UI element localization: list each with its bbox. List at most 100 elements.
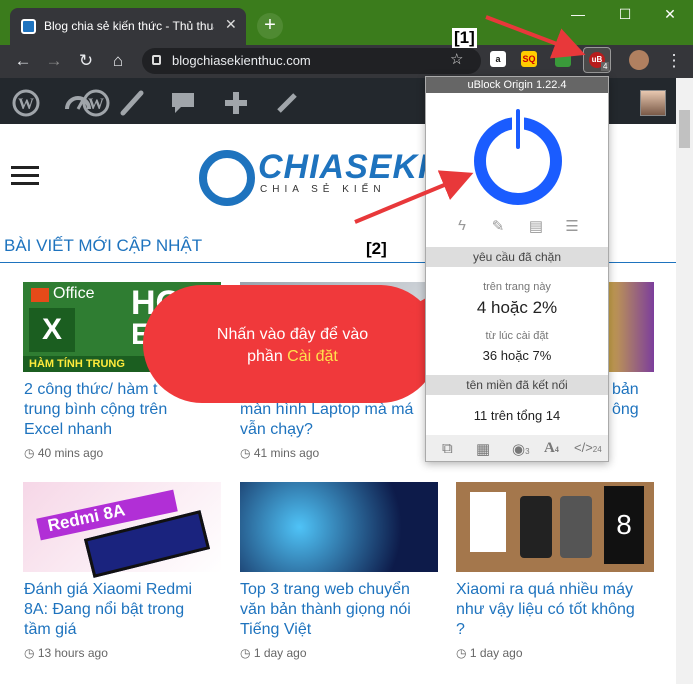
settings-sliders-icon[interactable]: ☰ — [562, 217, 582, 235]
forward-icon[interactable]: → — [42, 51, 66, 71]
domains-value: 11 trên tổng 14 — [473, 408, 561, 423]
post-title-4[interactable]: Đánh giá Xiaomi Redmi 8A: Đang nổi bật t… — [24, 580, 192, 640]
section-heading: BÀI VIẾT MỚI CẬP NHẬT — [4, 236, 203, 255]
office-brand-text: Office — [53, 285, 95, 302]
back-icon[interactable]: ← — [11, 51, 35, 71]
post-title-line: 2 công thức/ hàm t — [24, 381, 158, 398]
power-line — [512, 105, 524, 153]
phone-image — [560, 496, 592, 558]
add-new-icon[interactable] — [220, 89, 252, 123]
font-icon[interactable]: A4 — [544, 440, 559, 457]
post-title-6[interactable]: Xiaomi ra quá nhiều máy như vậy liệu có … — [456, 580, 635, 640]
excel-icon: X — [29, 308, 75, 352]
comments-icon[interactable] — [167, 89, 199, 123]
badge-count: 3 — [525, 447, 530, 456]
post-title-line: bản — [612, 381, 639, 398]
script-icon[interactable]: </>24 — [574, 440, 602, 455]
post-title-line: Tiếng Việt — [240, 621, 312, 638]
hamburger-menu-icon[interactable] — [11, 166, 39, 185]
callout-highlight: Cài đặt — [287, 348, 338, 365]
customize-brush-icon[interactable] — [115, 89, 147, 123]
dashboard-icon[interactable] — [62, 89, 94, 123]
wordpress-logo-icon[interactable]: W — [10, 89, 42, 123]
domains-header: tên miền đã kết nối — [426, 375, 608, 395]
post-title-line: như vậy liệu có tốt không — [456, 601, 635, 618]
picker-icon[interactable]: ✎ — [488, 217, 508, 235]
ublock-popup: uBlock Origin 1.22.4 ϟ ✎ ▤ ☰ yêu cầu đã … — [425, 76, 609, 462]
profile-avatar[interactable] — [629, 50, 649, 70]
phone-image — [520, 496, 552, 558]
post-time-text: 1 day ago — [469, 646, 523, 660]
menu-icon[interactable]: ⋮ — [662, 51, 686, 71]
popup-footer: ⧉ ▦ ◉3 A4 </>24 — [426, 435, 608, 461]
ublock-extension-button[interactable]: uB 4 — [583, 47, 611, 73]
edit-pencil-icon[interactable] — [271, 89, 303, 123]
post-title-line: vẫn chạy? — [240, 421, 313, 438]
post-time-2: ◷ 41 mins ago — [240, 446, 320, 460]
post-thumbnail-books[interactable] — [609, 282, 654, 372]
favicon-icon — [21, 19, 36, 34]
post-title-line: màn hình Laptop mà má — [240, 401, 414, 418]
post-title-line: văn bản thành giọng nói — [240, 601, 411, 618]
post-title-2[interactable]: màn hình Laptop mà má vẫn chạy? — [240, 400, 413, 440]
reload-icon[interactable]: ↻ — [74, 51, 98, 71]
badge-count: 24 — [592, 445, 602, 454]
amazon-extension-icon[interactable]: a — [490, 51, 506, 67]
media-icon[interactable]: ▦ — [476, 440, 490, 458]
post-title-3[interactable]: bản ông — [612, 380, 639, 420]
callout-label-2: [2] — [364, 239, 389, 259]
post-time-1: ◷ 40 mins ago — [24, 446, 104, 460]
logger-icon[interactable]: ▤ — [526, 217, 546, 235]
bookmark-star-icon[interactable]: ☆ — [450, 50, 463, 68]
post-title-line: Đánh giá Xiaomi Redmi — [24, 581, 193, 598]
post-title-line: Xiaomi ra quá nhiều máy — [456, 581, 633, 598]
tab-close-button[interactable]: ✕ — [225, 16, 237, 33]
post-time-4: ◷ 13 hours ago — [24, 646, 108, 660]
browser-tab[interactable]: Blog chia sẻ kiến thức - Thủ thuật ✕ — [10, 8, 246, 45]
site-logo-icon[interactable] — [199, 150, 255, 206]
post-time-text: 13 hours ago — [37, 646, 108, 660]
post-time-5: ◷ 1 day ago — [240, 646, 307, 660]
url-bar[interactable]: blogchiasekienthuc.com — [142, 48, 481, 74]
post-title-line: 8A: Đang nổi bật trong — [24, 601, 185, 618]
sq-extension-icon[interactable]: SQ — [521, 51, 537, 67]
cosmetic-eye-icon[interactable]: ◉3 — [512, 440, 530, 458]
callout-line: Nhấn vào đây để vào — [216, 326, 369, 343]
post-time-6: ◷ 1 day ago — [456, 646, 523, 660]
popup-header: uBlock Origin 1.22.4 — [426, 77, 608, 93]
callout-text: Nhấn vào đây để vào phần Cài đặt — [190, 324, 395, 368]
on-page-value: 4 hoặc 2% — [476, 298, 558, 317]
post-thumbnail-redmi[interactable]: Redmi 8A — [23, 482, 221, 578]
badge-count: 4 — [554, 445, 559, 454]
scrollbar-track[interactable] — [676, 78, 693, 684]
popup-block-icon[interactable]: ⧉ — [442, 440, 453, 457]
url-text: blogchiasekienthuc.com — [172, 53, 311, 68]
home-icon[interactable]: ⌂ — [106, 51, 130, 71]
svg-text:W: W — [18, 96, 34, 113]
site-logo-subtitle: CHIA SẺ KIẾN — [260, 184, 386, 195]
office-logo-icon — [31, 288, 49, 302]
new-tab-button[interactable]: + — [257, 13, 283, 39]
since-install-label: từ lúc cài đặt — [485, 330, 549, 342]
green-extension-icon[interactable] — [555, 51, 571, 67]
post-time-text: 40 mins ago — [37, 446, 104, 460]
wp-user-avatar[interactable] — [640, 90, 666, 116]
callout-label-1: [1] — [452, 28, 477, 48]
post-title-line: tầm giá — [24, 621, 77, 638]
maximize-button[interactable]: ☐ — [608, 6, 642, 23]
post-title-5[interactable]: Top 3 trang web chuyển văn bản thành giọ… — [240, 580, 411, 640]
close-window-button[interactable]: ✕ — [653, 6, 687, 23]
post-title-line: ? — [456, 621, 465, 638]
minimize-button[interactable]: — — [561, 6, 595, 22]
post-time-text: 1 day ago — [253, 646, 307, 660]
post-title-1[interactable]: 2 công thức/ hàm t trung bình cộng trên … — [24, 380, 167, 440]
post-thumbnail-ai[interactable] — [240, 482, 438, 572]
zap-icon[interactable]: ϟ — [452, 217, 472, 234]
lock-icon — [152, 55, 161, 65]
post-thumbnail-xiaomi[interactable]: 8 — [456, 482, 654, 572]
ublock-badge: 4 — [601, 62, 610, 71]
post-title-line: ông — [612, 401, 639, 418]
post-title-line: Excel nhanh — [24, 421, 113, 438]
scrollbar-thumb[interactable] — [679, 110, 690, 148]
post-title-line: Top 3 trang web chuyển — [240, 581, 410, 598]
